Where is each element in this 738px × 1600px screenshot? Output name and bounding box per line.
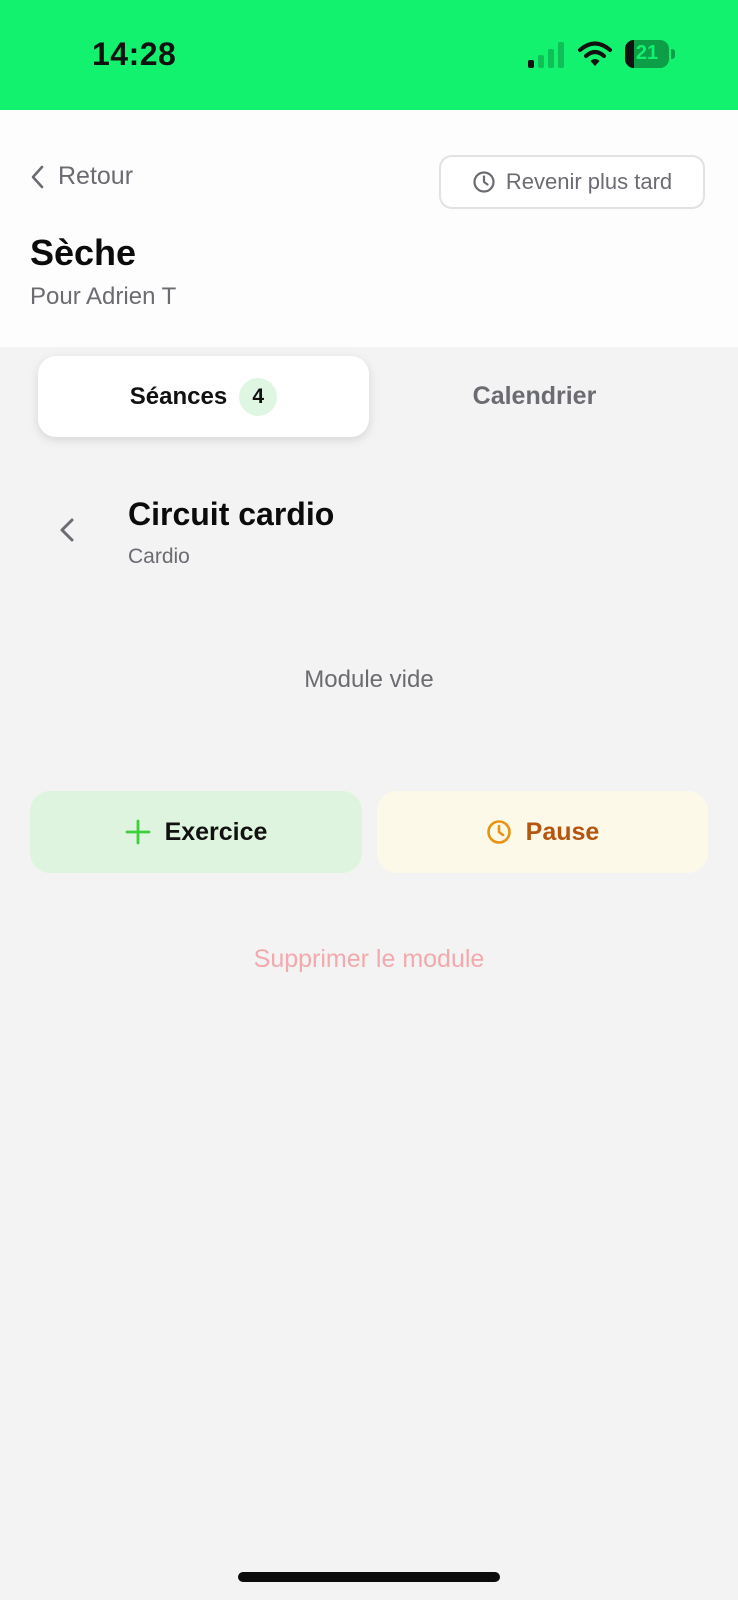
add-exercise-label: Exercice <box>164 817 268 846</box>
tab-calendrier[interactable]: Calendrier <box>369 356 700 437</box>
battery-icon: 21 <box>625 40 675 68</box>
seances-count-badge: 4 <box>239 377 278 416</box>
plus-icon <box>125 819 150 845</box>
status-time: 14:28 <box>92 36 177 72</box>
home-indicator <box>238 1572 500 1582</box>
tab-seances[interactable]: Séances 4 <box>38 356 369 437</box>
clock-icon <box>486 820 511 844</box>
delete-module-button[interactable]: Supprimer le module <box>0 945 738 974</box>
module-back-button[interactable] <box>48 510 88 550</box>
header: Retour Revenir plus tard Sèche Pour Adri… <box>0 110 738 347</box>
clock-icon <box>473 171 495 193</box>
come-back-later-label: Revenir plus tard <box>505 169 673 194</box>
wifi-icon <box>578 41 612 66</box>
empty-module-text: Module vide <box>304 666 434 693</box>
back-button[interactable]: Retour <box>30 162 133 191</box>
module-category: Cardio <box>128 545 190 568</box>
page-title: Sèche <box>30 232 137 273</box>
add-exercise-button[interactable]: Exercice <box>30 791 362 873</box>
add-pause-button[interactable]: Pause <box>377 791 708 873</box>
battery-percent: 21 <box>635 42 659 64</box>
come-back-later-button[interactable]: Revenir plus tard <box>439 155 705 209</box>
tab-calendrier-label: Calendrier <box>472 382 597 410</box>
module-title: Circuit cardio <box>128 496 335 532</box>
back-button-label: Retour <box>58 162 134 190</box>
status-bar: 14:28 21 <box>0 0 738 110</box>
chevron-left-icon <box>31 165 44 188</box>
tab-seances-label: Séances <box>129 382 228 410</box>
add-pause-label: Pause <box>525 817 600 846</box>
page-subtitle: Pour Adrien T <box>30 283 177 310</box>
signal-icon <box>528 42 566 68</box>
